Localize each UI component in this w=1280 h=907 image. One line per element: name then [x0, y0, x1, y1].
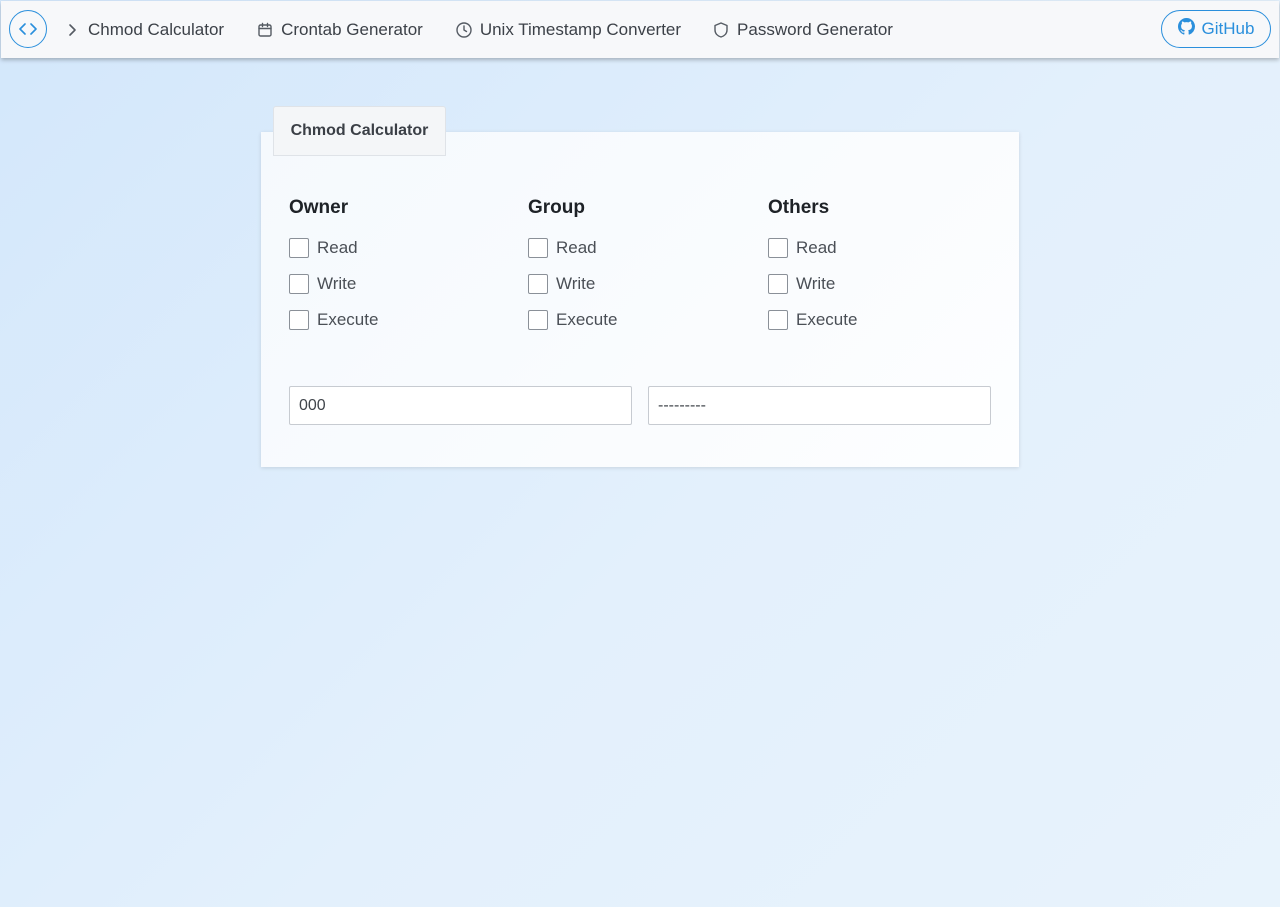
group-read-row[interactable]: Read — [528, 230, 728, 266]
group-write-row[interactable]: Write — [528, 266, 728, 302]
nav-item-label: Unix Timestamp Converter — [479, 19, 682, 39]
group-permissions: Group Read Write Execute — [528, 195, 728, 338]
group-write-checkbox[interactable] — [528, 274, 548, 294]
shield-icon — [712, 21, 730, 39]
github-button[interactable]: GitHub — [1161, 10, 1271, 48]
owner-execute-label: Execute — [317, 310, 379, 329]
owner-read-checkbox[interactable] — [289, 238, 309, 258]
octal-input[interactable] — [289, 386, 632, 425]
code-brackets-icon[interactable] — [9, 10, 47, 48]
github-icon — [1177, 18, 1195, 40]
group-execute-label: Execute — [556, 310, 618, 329]
others-read-row[interactable]: Read — [768, 230, 968, 266]
calendar-icon — [256, 21, 274, 39]
owner-write-row[interactable]: Write — [289, 266, 489, 302]
others-write-checkbox[interactable] — [768, 274, 788, 294]
group-write-label: Write — [556, 274, 596, 293]
nav-menu: Chmod Calculator Crontab Generator Unix … — [63, 1, 893, 58]
others-write-row[interactable]: Write — [768, 266, 968, 302]
group-heading: Group — [528, 197, 585, 218]
owner-permissions: Owner Read Write Execute — [289, 195, 489, 338]
owner-execute-row[interactable]: Execute — [289, 302, 489, 338]
owner-read-label: Read — [317, 238, 358, 257]
others-read-label: Read — [796, 238, 837, 257]
group-execute-row[interactable]: Execute — [528, 302, 728, 338]
others-execute-label: Execute — [796, 310, 858, 329]
group-read-checkbox[interactable] — [528, 238, 548, 258]
nav-item-unix-timestamp-converter[interactable]: Unix Timestamp Converter — [455, 1, 681, 58]
others-heading: Others — [768, 197, 830, 218]
chevron-right-icon — [63, 21, 81, 39]
owner-write-label: Write — [317, 274, 357, 293]
others-permissions: Others Read Write Execute — [768, 195, 968, 338]
nav-item-label: Crontab Generator — [281, 19, 423, 39]
owner-write-checkbox[interactable] — [289, 274, 309, 294]
group-read-label: Read — [556, 238, 597, 257]
owner-read-row[interactable]: Read — [289, 230, 489, 266]
clock-icon — [455, 21, 473, 39]
nav-item-label: Chmod Calculator — [88, 19, 225, 39]
github-label: GitHub — [1201, 19, 1255, 38]
owner-heading: Owner — [289, 197, 349, 218]
top-navbar: Chmod Calculator Crontab Generator Unix … — [1, 1, 1279, 58]
others-write-label: Write — [796, 274, 836, 293]
nav-item-crontab-generator[interactable]: Crontab Generator — [256, 1, 423, 58]
nav-item-chmod-calculator[interactable]: Chmod Calculator — [63, 1, 224, 58]
tab-chmod-calculator[interactable]: Chmod Calculator — [273, 106, 446, 156]
group-execute-checkbox[interactable] — [528, 310, 548, 330]
others-execute-row[interactable]: Execute — [768, 302, 968, 338]
nav-item-label: Password Generator — [737, 19, 893, 39]
others-execute-checkbox[interactable] — [768, 310, 788, 330]
symbolic-input[interactable] — [648, 386, 991, 425]
nav-item-password-generator[interactable]: Password Generator — [712, 1, 893, 58]
owner-execute-checkbox[interactable] — [289, 310, 309, 330]
others-read-checkbox[interactable] — [768, 238, 788, 258]
